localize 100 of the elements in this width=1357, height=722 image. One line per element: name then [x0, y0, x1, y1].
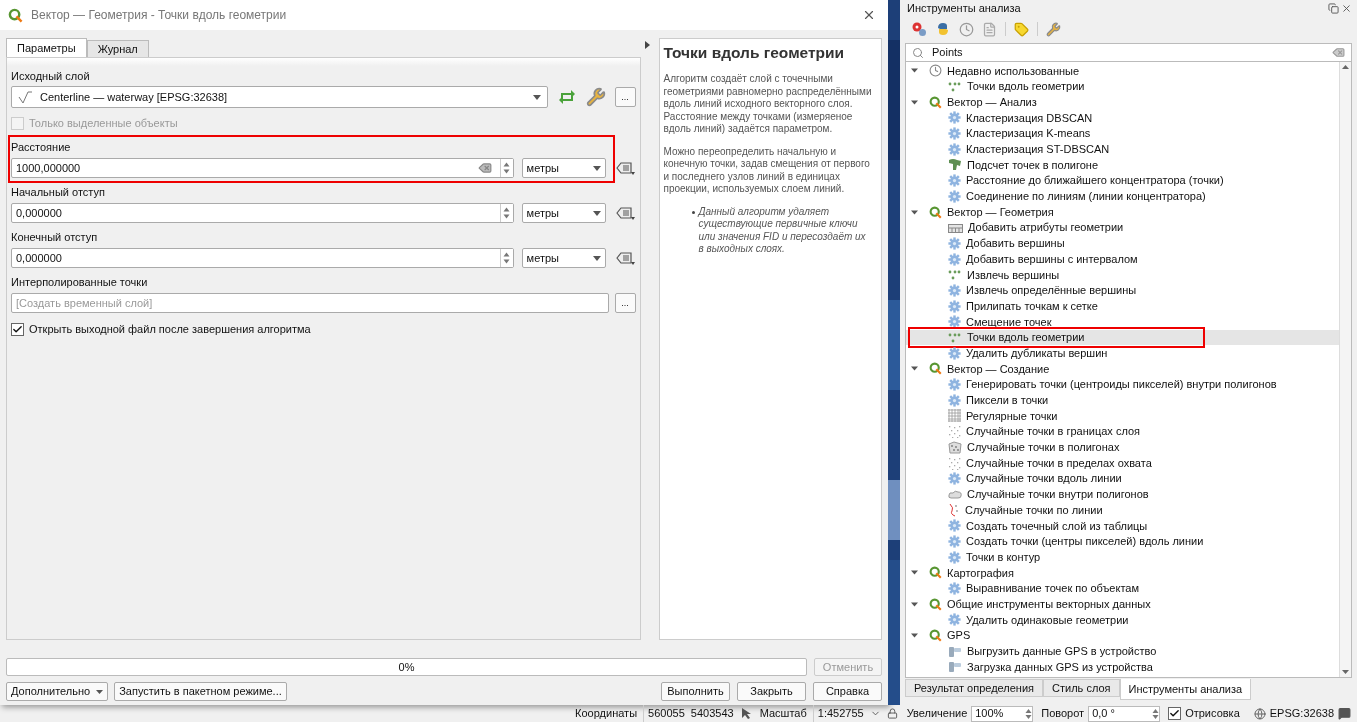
- tree-item[interactable]: Создать точки (центры пикселей) вдоль линии: [906, 533, 1339, 550]
- unit-combo[interactable]: метры: [521, 203, 606, 223]
- expand-arrow-icon[interactable]: [911, 208, 918, 216]
- close-icon[interactable]: [1341, 2, 1352, 14]
- tree-item[interactable]: Подсчет точек в полигоне: [906, 157, 1339, 173]
- tree-group[interactable]: Картография: [906, 565, 1339, 581]
- clear-icon[interactable]: [1332, 46, 1345, 59]
- tree-item[interactable]: Точки вдоль геометрии: [906, 78, 1339, 95]
- close-icon[interactable]: [862, 8, 876, 22]
- tab[interactable]: Журнал: [86, 40, 149, 57]
- tree-item[interactable]: Добавить вершины с интервалом: [906, 251, 1339, 267]
- tree-item[interactable]: Удалить дубликаты вершин: [906, 345, 1339, 362]
- action-button[interactable]: Дополнительно: [6, 682, 109, 701]
- dialog-button[interactable]: Справка: [813, 682, 882, 701]
- browse-button[interactable]: ...: [614, 87, 636, 107]
- tree-item[interactable]: Регулярные точки: [906, 408, 1339, 424]
- tree-item[interactable]: Прилипать точкам к сетке: [906, 298, 1339, 314]
- spin-arrows-icon[interactable]: [503, 161, 511, 175]
- dialog-button[interactable]: Выполнить: [661, 682, 730, 701]
- tree-item[interactable]: Соединение по линиям (линии концентратора): [906, 188, 1339, 205]
- tree-item[interactable]: Извлечь определённые вершины: [906, 282, 1339, 299]
- number-field[interactable]: 1000,000000: [11, 158, 514, 178]
- tree-item[interactable]: Случайные точки по линии: [906, 502, 1339, 518]
- tree-item[interactable]: Точки вдоль геометрии: [906, 329, 1339, 346]
- wrench-icon[interactable]: [585, 87, 606, 107]
- message-icon[interactable]: [1338, 707, 1351, 720]
- tree-item[interactable]: Случайные точки в полигонах: [906, 439, 1339, 456]
- tree-group[interactable]: Недавно использованные: [906, 63, 1339, 79]
- scroll-up-icon[interactable]: [1342, 65, 1349, 69]
- crs-value[interactable]: EPSG:32638: [1269, 705, 1334, 722]
- tree-item[interactable]: Случайные точки в границах слоя: [906, 423, 1339, 440]
- expand-arrow-icon[interactable]: [911, 569, 918, 577]
- spin-arrows-icon[interactable]: [1025, 707, 1033, 720]
- tree-item[interactable]: Кластеризация DBSCAN: [906, 110, 1339, 126]
- tree-group[interactable]: Вектор — Геометрия: [906, 204, 1339, 220]
- scrollbar[interactable]: [1339, 62, 1351, 677]
- spin-arrows-icon[interactable]: [503, 206, 511, 220]
- scroll-down-icon[interactable]: [1342, 670, 1349, 674]
- globe-icon[interactable]: [1253, 707, 1266, 720]
- number-field[interactable]: 0,000000: [11, 248, 514, 268]
- layer-combo[interactable]: Centerline — waterway [EPSG:32638]: [11, 86, 548, 108]
- dialog-button[interactable]: Закрыть: [737, 682, 806, 701]
- clear-icon[interactable]: [477, 161, 492, 175]
- search-field[interactable]: Points: [905, 43, 1352, 62]
- float-icon[interactable]: [1328, 2, 1339, 14]
- tree-group[interactable]: Вектор — Анализ: [906, 94, 1339, 111]
- gear-icon: [948, 252, 961, 266]
- tree-item[interactable]: Выравнивание точек по объектам: [906, 580, 1339, 597]
- gear-icon: [948, 472, 961, 486]
- tree-item[interactable]: Удалить одинаковые геометрии: [906, 612, 1339, 628]
- expand-arrow-icon[interactable]: [911, 632, 918, 640]
- gears-icon[interactable]: [911, 21, 927, 37]
- tree-item[interactable]: Кластеризация ST-DBSCAN: [906, 141, 1339, 158]
- browse-button[interactable]: ...: [614, 293, 636, 313]
- tree-item[interactable]: Точки в контур: [906, 549, 1339, 565]
- tree-item[interactable]: Загрузка данных GPS из устройства: [906, 659, 1339, 675]
- dock-tab[interactable]: Стиль слоя: [1043, 679, 1120, 697]
- tree-item[interactable]: Расстояние до ближайшего концентратора (точки): [906, 172, 1339, 189]
- wrench-icon[interactable]: [1046, 21, 1061, 37]
- tree-item[interactable]: Смещение точек: [906, 314, 1339, 330]
- python-icon[interactable]: [935, 21, 951, 37]
- tree-item[interactable]: Случайные точки в пределах охвата: [906, 455, 1339, 471]
- checkbox[interactable]: [1168, 707, 1182, 720]
- output-field[interactable]: [Создать временный слой]: [11, 293, 609, 313]
- expand-arrow-icon[interactable]: [911, 600, 918, 608]
- tree-item[interactable]: Выгрузить данные GPS в устройство: [906, 643, 1339, 660]
- tree-item[interactable]: Создать точечный слой из таблицы: [906, 517, 1339, 534]
- dock-tab[interactable]: Инструменты анализа: [1119, 679, 1252, 700]
- tree-item[interactable]: Добавить атрибуты геометрии: [906, 219, 1339, 236]
- clock-icon[interactable]: [959, 21, 974, 37]
- dropdown-arrow-icon: [592, 255, 601, 261]
- expand-arrow-icon[interactable]: [911, 98, 918, 106]
- window-title: Вектор — Геометрия - Точки вдоль геометрии: [31, 7, 288, 24]
- action-button[interactable]: Запустить в пакетном режиме...: [114, 682, 287, 701]
- tree-item[interactable]: Случайные точки внутри полигонов: [906, 486, 1339, 503]
- spin-arrows-icon[interactable]: [503, 251, 511, 265]
- tree-item[interactable]: Случайные точки вдоль линии: [906, 470, 1339, 487]
- number-field[interactable]: 0,000000: [11, 203, 514, 223]
- unit-combo[interactable]: метры: [521, 248, 606, 268]
- magnifier-field[interactable]: 100%: [971, 705, 1034, 722]
- tree-item[interactable]: Генерировать точки (центроиды пикселей) внутри полигонов: [906, 376, 1339, 393]
- dock-tab[interactable]: Результат определения: [905, 679, 1044, 697]
- tree-item[interactable]: Пиксели в точки: [906, 392, 1339, 409]
- tree-group[interactable]: GPS: [906, 627, 1339, 644]
- collapse-arrow-icon[interactable]: [644, 41, 650, 49]
- line-layer-icon: [18, 90, 34, 104]
- tree-item[interactable]: Кластеризация K-means: [906, 125, 1339, 142]
- expand-arrow-icon[interactable]: [911, 67, 918, 75]
- rotation-field[interactable]: 0,0 °: [1088, 705, 1161, 722]
- unit-combo[interactable]: метры: [521, 158, 606, 178]
- scale-value[interactable]: 1:452755: [812, 705, 864, 722]
- tree-group[interactable]: Вектор — Создание: [906, 361, 1339, 377]
- tab[interactable]: Параметры: [6, 38, 87, 57]
- expand-arrow-icon[interactable]: [911, 365, 918, 373]
- tree-item[interactable]: Добавить вершины: [906, 235, 1339, 252]
- checkbox[interactable]: [11, 322, 24, 336]
- tree-item[interactable]: Извлечь вершины: [906, 266, 1339, 283]
- tree-group[interactable]: Общие инструменты векторных данных: [906, 596, 1339, 613]
- lock-icon[interactable]: [886, 708, 898, 719]
- spin-arrows-icon[interactable]: [1152, 707, 1160, 720]
